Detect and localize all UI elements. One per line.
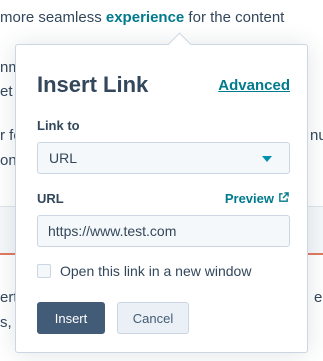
new-window-checkbox[interactable] [37,264,51,278]
external-link-icon [278,191,289,206]
background-text-line: more seamless experience for the content [0,8,284,28]
url-label: URL [37,191,64,206]
link-to-label: Link to [37,118,80,133]
insert-link-popover: Insert Link Advanced Link to URL URL Pre… [15,32,308,353]
advanced-link[interactable]: Advanced [218,77,290,94]
chevron-down-icon [262,156,272,162]
new-window-label: Open this link in a new window [60,263,252,279]
new-window-option[interactable]: Open this link in a new window [37,263,251,279]
preview-label: Preview [224,191,274,206]
url-input[interactable] [37,215,290,247]
background-fragment: et [0,83,13,100]
background-text: more seamless [0,9,106,26]
link-to-select[interactable]: URL [37,142,290,174]
background-fragment: e [314,289,323,306]
cancel-button[interactable]: Cancel [117,302,189,334]
popover-caret [167,32,192,57]
background-text: for the content [184,9,285,26]
preview-link[interactable]: Preview [225,191,289,206]
insert-button[interactable]: Insert [37,302,105,334]
dialog-title: Insert Link [37,72,149,97]
link-to-select-value: URL [49,150,78,166]
background-fragment: nu [310,127,323,144]
background-keyword: experience [105,9,185,26]
